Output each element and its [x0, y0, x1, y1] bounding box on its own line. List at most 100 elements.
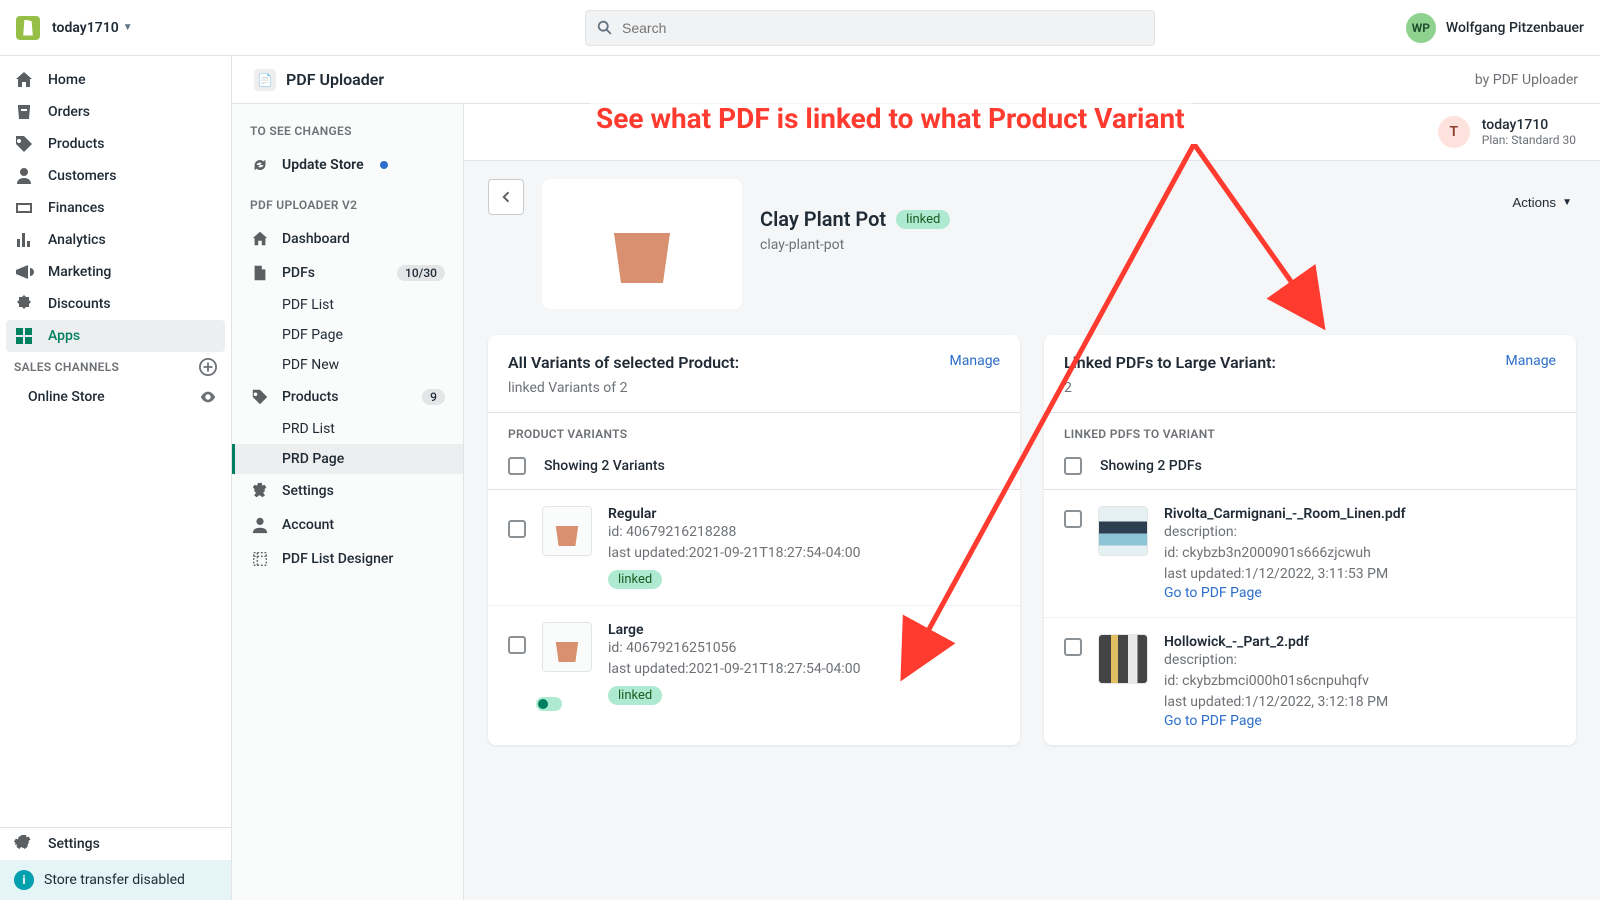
variants-card-title: All Variants of selected Product: — [508, 353, 739, 372]
search-input[interactable] — [622, 20, 1144, 36]
pdf-row: Hollowick_-_Part_2.pdf description: id: … — [1044, 618, 1576, 745]
variants-card: All Variants of selected Product: Manage… — [488, 335, 1020, 745]
megaphone-icon — [14, 262, 34, 282]
linked-badge: linked — [608, 686, 662, 705]
gear-icon — [251, 482, 269, 500]
subnav-account[interactable]: Account — [232, 508, 463, 542]
person-icon — [14, 166, 34, 186]
subnav-prd-list[interactable]: PRD List — [232, 414, 463, 444]
subnav-prd-page[interactable]: PRD Page — [232, 444, 463, 474]
variant-id: id: 40679216251056 — [608, 638, 1000, 659]
variant-id: id: 40679216218288 — [608, 522, 1000, 543]
app-icon: 📄 — [254, 69, 276, 91]
subnav-label: Products — [282, 389, 339, 405]
subnav-dashboard[interactable]: Dashboard — [232, 222, 463, 256]
subnav-designer[interactable]: PDF List Designer — [232, 542, 463, 576]
sync-icon — [251, 156, 269, 174]
subnav-update-store[interactable]: Update Store — [232, 148, 463, 182]
nav-label: Settings — [48, 836, 100, 852]
nav-settings[interactable]: Settings — [0, 828, 231, 860]
design-icon — [251, 550, 269, 568]
pdf-updated: last updated:1/12/2022, 3:12:18 PM — [1164, 692, 1556, 713]
transfer-text: Store transfer disabled — [44, 872, 185, 888]
gear-icon — [14, 834, 34, 854]
row-checkbox[interactable] — [508, 636, 526, 654]
arrow-left-icon — [497, 188, 515, 206]
pdf-id: id: ckybzb3n2000901s666zjcwuh — [1164, 543, 1556, 564]
nav-label: Finances — [48, 200, 104, 216]
store-name: today1710 — [52, 20, 119, 36]
nav-label: Apps — [48, 328, 80, 344]
nav-marketing[interactable]: Marketing — [0, 256, 231, 288]
manage-link[interactable]: Manage — [1506, 353, 1556, 369]
subnav-section-1: TO SEE CHANGES — [232, 122, 463, 148]
plus-circle-icon[interactable] — [199, 358, 217, 376]
pdf-thumbnail — [1098, 506, 1148, 556]
go-to-pdf-link[interactable]: Go to PDF Page — [1164, 585, 1556, 601]
nav-discounts[interactable]: Discounts — [0, 288, 231, 320]
update-dot-icon — [380, 161, 388, 169]
nav-label: Products — [48, 136, 105, 152]
pdf-updated: last updated:1/12/2022, 3:11:53 PM — [1164, 564, 1556, 585]
nav-analytics[interactable]: Analytics — [0, 224, 231, 256]
home-icon — [14, 70, 34, 90]
back-button[interactable] — [488, 179, 524, 215]
nav-customers[interactable]: Customers — [0, 160, 231, 192]
product-slug: clay-plant-pot — [760, 237, 950, 253]
row-checkbox[interactable] — [508, 520, 526, 538]
subnav-label: PDF Page — [282, 327, 343, 343]
products-count-badge: 9 — [422, 389, 445, 405]
finances-icon — [14, 198, 34, 218]
subnav-pdf-list[interactable]: PDF List — [232, 290, 463, 320]
pdf-thumbnail — [1098, 634, 1148, 684]
subnav-label: Dashboard — [282, 231, 350, 247]
subnav-settings[interactable]: Settings — [232, 474, 463, 508]
pdf-desc: description: — [1164, 650, 1556, 671]
active-toggle[interactable] — [536, 697, 562, 711]
nav-finances[interactable]: Finances — [0, 192, 231, 224]
caret-down-icon: ▼ — [1562, 197, 1572, 208]
go-to-pdf-link[interactable]: Go to PDF Page — [1164, 713, 1556, 729]
subnav-pdf-page[interactable]: PDF Page — [232, 320, 463, 350]
info-icon: i — [14, 870, 34, 890]
pdfs-card-sub: 2 — [1044, 372, 1576, 412]
subnav-label: PRD List — [282, 421, 335, 437]
nav-label: Discounts — [48, 296, 111, 312]
subnav-label: PDF List — [282, 297, 334, 313]
select-all-checkbox[interactable] — [508, 457, 526, 475]
app-subnav: TO SEE CHANGES Update Store PDF UPLOADER… — [232, 104, 464, 900]
row-checkbox[interactable] — [1064, 638, 1082, 656]
store-avatar: T — [1438, 116, 1470, 148]
store-selector[interactable]: today1710 ▼ — [52, 20, 133, 36]
nav-products[interactable]: Products — [0, 128, 231, 160]
subnav-pdfs[interactable]: PDFs10/30 — [232, 256, 463, 290]
user-avatar[interactable]: WP — [1406, 13, 1436, 43]
variant-name: Large — [608, 622, 1000, 638]
select-all-checkbox[interactable] — [1064, 457, 1082, 475]
search-box[interactable] — [585, 10, 1155, 46]
nav-online-store[interactable]: Online Store — [0, 382, 231, 412]
orders-icon — [14, 102, 34, 122]
actions-button[interactable]: Actions ▼ — [1508, 189, 1576, 216]
transfer-banner[interactable]: i Store transfer disabled — [0, 860, 231, 900]
nav-home[interactable]: Home — [0, 64, 231, 96]
actions-label: Actions — [1512, 195, 1556, 210]
pdf-desc: description: — [1164, 522, 1556, 543]
subnav-label: PDFs — [282, 265, 315, 281]
row-checkbox[interactable] — [1064, 510, 1082, 528]
subnav-pdf-new[interactable]: PDF New — [232, 350, 463, 380]
analytics-icon — [14, 230, 34, 250]
app-header: 📄 PDF Uploader by PDF Uploader — [232, 56, 1600, 104]
nav-orders[interactable]: Orders — [0, 96, 231, 128]
subnav-products[interactable]: Products 9 — [232, 380, 463, 414]
store-pill-plan: Plan: Standard 30 — [1482, 133, 1576, 147]
subnav-label: Account — [282, 517, 334, 533]
eye-icon[interactable] — [199, 388, 217, 406]
nav-label: Orders — [48, 104, 90, 120]
manage-link[interactable]: Manage — [950, 353, 1000, 369]
nav-apps[interactable]: Apps — [6, 320, 225, 352]
page-content: T today1710 Plan: Standard 30 Clay Plant… — [464, 104, 1600, 900]
variants-section-label: PRODUCT VARIANTS — [488, 412, 1020, 449]
variant-row: Regular id: 40679216218288 last updated:… — [488, 490, 1020, 606]
main-sidebar: Home Orders Products Customers Finances … — [0, 56, 232, 900]
